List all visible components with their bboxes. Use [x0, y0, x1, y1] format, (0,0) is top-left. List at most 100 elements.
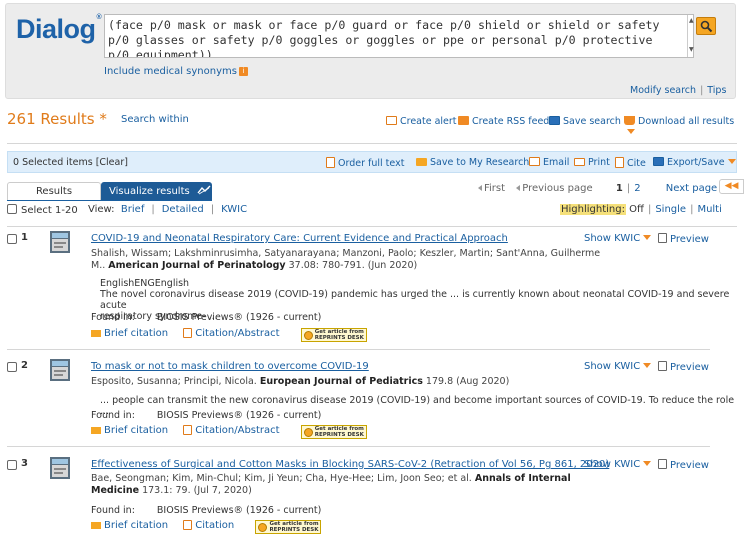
reprints-label: REPRINTS DESK [269, 527, 319, 533]
preview-link[interactable]: Preview [658, 459, 709, 471]
divider [7, 143, 737, 144]
first-page-link[interactable]: First [478, 183, 505, 194]
preview-icon [658, 361, 667, 371]
highlight-multi-link[interactable]: Multi [697, 204, 721, 215]
previous-page-link[interactable]: Previous page [516, 183, 593, 194]
divider: | [626, 183, 631, 194]
modify-search-link[interactable]: Modify search [630, 85, 696, 96]
record-checkbox[interactable] [7, 362, 17, 372]
citation-abstract-link[interactable]: Citation/Abstract [183, 425, 280, 436]
create-rss-link[interactable]: Create RSS feed [458, 116, 549, 127]
citation-link[interactable]: Citation [183, 520, 234, 531]
found-in-label: Found in: [91, 410, 135, 421]
export-save-link[interactable]: Export/Save [653, 157, 736, 168]
scroll-down-icon[interactable]: ▼ [689, 46, 694, 53]
floppy-icon [549, 116, 560, 125]
brief-citation-label: Brief citation [104, 328, 169, 339]
printer-icon [574, 158, 585, 166]
brief-citation-link[interactable]: Brief citation [91, 425, 168, 436]
brief-citation-label: Brief citation [104, 520, 169, 531]
brief-citation-icon [91, 522, 101, 529]
create-alert-link[interactable]: Create alert [386, 116, 457, 127]
search-button[interactable] [696, 17, 716, 35]
floppy-icon [653, 157, 664, 166]
record-authors: Bae, Seongman; Kim, Min-Chul; Kim, Ji Ye… [91, 473, 571, 497]
show-kwic-dropdown[interactable]: Show KWIC [584, 233, 652, 244]
show-kwic-label: Show KWIC [584, 233, 641, 244]
tab-results[interactable]: Results [7, 182, 101, 201]
cite-label: Cite [627, 158, 646, 169]
save-search-link[interactable]: Save search [549, 116, 621, 127]
select-range-checkbox[interactable]: Select 1-20 [7, 204, 78, 216]
preview-link[interactable]: Preview [658, 361, 709, 373]
journal-thumbnail-icon[interactable] [48, 358, 72, 382]
citation-abstract-icon [183, 328, 193, 338]
tips-link[interactable]: Tips [707, 85, 726, 96]
highlight-off[interactable]: Off [629, 204, 644, 215]
citation-abstract-link[interactable]: Citation/Abstract [183, 328, 280, 339]
download-icon [624, 116, 635, 125]
reprints-desk-logo-icon [303, 428, 313, 437]
scroll-up-icon[interactable]: ▲ [689, 17, 694, 24]
envelope-icon [529, 157, 540, 166]
record-checkbox[interactable] [7, 460, 17, 470]
page-1-current: 1 [615, 183, 623, 194]
tab-visualize-results[interactable]: Visualize results [101, 182, 212, 201]
first-label: First [484, 183, 506, 194]
show-kwic-dropdown[interactable]: Show KWIC [584, 361, 652, 372]
view-brief-link[interactable]: Brief [121, 204, 144, 215]
journal-thumbnail-icon[interactable] [48, 230, 72, 254]
record-title-link[interactable]: COVID-19 and Neonatal Respiratory Care: … [91, 233, 508, 244]
reprints-desk-button[interactable]: Get article from REPRINTS DESK [300, 425, 367, 439]
envelope-icon [386, 116, 397, 125]
search-within-link[interactable]: Search within [121, 114, 189, 125]
next-page-link[interactable]: Next page [666, 183, 725, 194]
divider: | [647, 204, 652, 215]
download-all-link[interactable]: Download all results [624, 116, 744, 138]
brief-citation-label: Brief citation [104, 425, 169, 436]
preview-link[interactable]: Preview [658, 233, 709, 245]
reprints-label: REPRINTS DESK [314, 432, 364, 438]
checkbox-icon[interactable] [7, 204, 17, 214]
divider [7, 446, 710, 447]
divider: | [151, 204, 155, 215]
record-title-link[interactable]: Effectiveness of Surgical and Cotton Mas… [91, 459, 609, 470]
search-query-input[interactable]: (face p/0 mask or mask or face p/0 guard… [104, 14, 694, 58]
info-icon[interactable]: i [238, 67, 248, 76]
page-2-link[interactable]: 2 [634, 183, 640, 194]
reprints-desk-button[interactable]: Get article from REPRINTS DESK [300, 328, 367, 342]
selected-items-count[interactable]: 0 Selected items [Clear] [13, 157, 128, 168]
record-checkbox[interactable] [7, 234, 17, 244]
record-links: Brief citation Citation/Abstract Get art… [91, 328, 367, 342]
preview-icon [658, 459, 667, 469]
show-kwic-dropdown[interactable]: Show KWIC [584, 459, 652, 470]
reprints-desk-logo-icon [303, 331, 313, 340]
query-scrollbar[interactable]: ▲ ▼ [687, 15, 695, 57]
view-detailed-link[interactable]: Detailed [162, 204, 204, 215]
brief-citation-link[interactable]: Brief citation [91, 328, 168, 339]
journal-name: European Journal of Pediatrics [259, 376, 423, 387]
reprints-desk-button[interactable]: Get article from REPRINTS DESK [255, 520, 322, 534]
journal-thumbnail-icon[interactable] [48, 456, 72, 480]
view-kwic-link[interactable]: KWIC [221, 204, 247, 215]
pagination: First Previous page 1 | 2 Next page [478, 183, 725, 194]
cite-link[interactable]: Cite [615, 157, 646, 169]
collapse-panel-button[interactable]: ◀◀ [719, 179, 744, 194]
order-full-text-link[interactable]: Order full text [326, 157, 404, 169]
brief-citation-link[interactable]: Brief citation [91, 520, 168, 531]
export-save-label: Export/Save [667, 157, 725, 168]
include-medical-synonyms[interactable]: Include medical synonyms i [104, 66, 248, 77]
download-all-label: Download all results [638, 116, 735, 127]
print-link[interactable]: Print [574, 157, 610, 168]
divider: | [700, 85, 704, 96]
dialog-logo[interactable]: Dialog® [16, 14, 102, 45]
email-link[interactable]: Email [529, 157, 569, 168]
preview-icon [658, 233, 667, 243]
medical-synonyms-link[interactable]: Include medical synonyms [104, 66, 237, 77]
result-record: 3 Effectiveness of Surgical and Cotton M… [7, 456, 737, 538]
save-to-research-link[interactable]: Save to My Research [416, 157, 529, 168]
results-count: 261 Results * [7, 110, 107, 128]
chevron-left-icon [516, 185, 521, 191]
highlight-single-link[interactable]: Single [655, 204, 686, 215]
record-title-link[interactable]: To mask or not to mask children to overc… [91, 361, 369, 372]
